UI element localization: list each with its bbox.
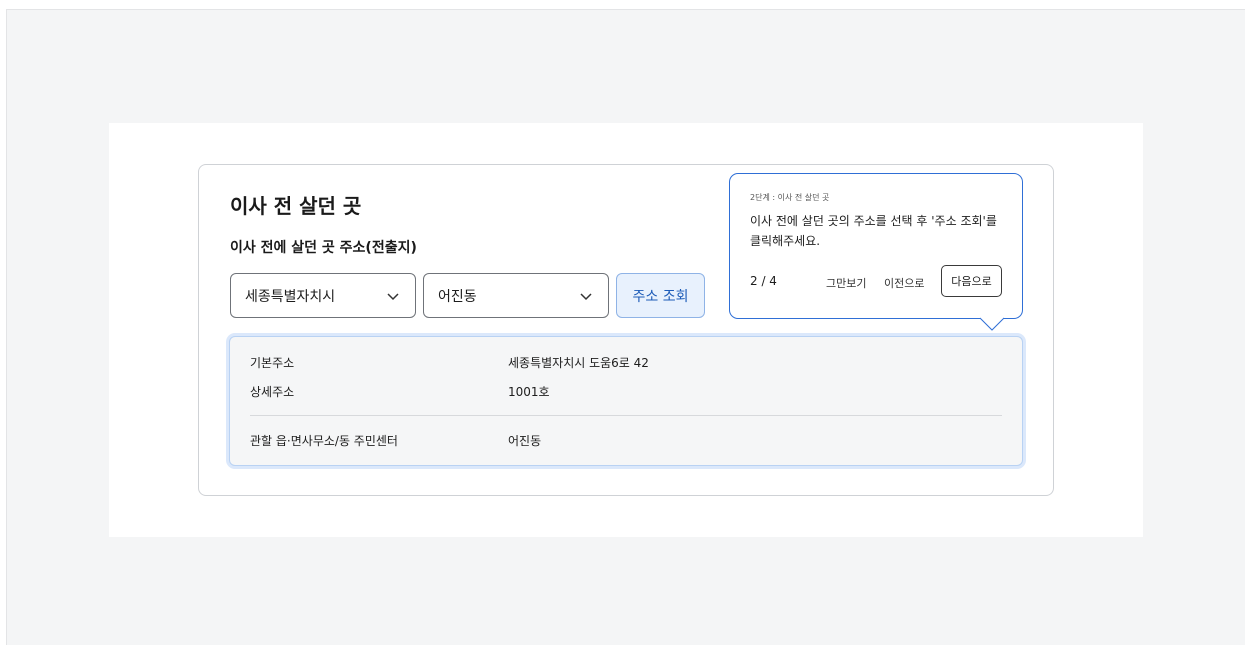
result-value: 어진동: [508, 434, 542, 448]
dong-select-value: 어진동: [438, 288, 477, 305]
tooltip-message: 이사 전에 살던 곳의 주소를 선택 후 '주소 조회'를 클릭해주세요.: [750, 214, 997, 248]
result-value: 세종특별자치시 도움6로 42: [508, 356, 649, 370]
tooltip-prev-button[interactable]: 이전으로: [884, 275, 924, 291]
chevron-down-icon: [578, 288, 594, 304]
tooltip-step-label: 2단계 : 이사 전 살던 곳: [750, 193, 830, 202]
address-lookup-button[interactable]: 주소 조회: [616, 273, 705, 318]
chevron-down-icon: [385, 288, 401, 304]
result-row-detail-address: 상세주소 1001호: [250, 383, 550, 400]
result-key: 상세주소: [250, 385, 295, 399]
tooltip-page-indicator: 2 / 4: [750, 274, 777, 288]
result-row-office: 관할 읍·면사무소/동 주민센터 어진동: [250, 432, 541, 449]
result-row-basic-address: 기본주소 세종특별자치시 도움6로 42: [250, 354, 649, 371]
result-divider: [250, 415, 1002, 416]
city-select[interactable]: 세종특별자치시: [230, 273, 416, 318]
section-title: 이사 전 살던 곳: [230, 194, 362, 218]
tooltip-next-button[interactable]: 다음으로: [941, 265, 1002, 297]
result-key: 관할 읍·면사무소/동 주민센터: [250, 434, 398, 448]
tooltip-stop-button[interactable]: 그만보기: [826, 275, 866, 291]
section-subtitle: 이사 전에 살던 곳 주소(전출지): [230, 240, 417, 256]
city-select-value: 세종특별자치시: [245, 288, 336, 305]
dong-select[interactable]: 어진동: [423, 273, 609, 318]
result-key: 기본주소: [250, 356, 295, 370]
tooltip-arrow-icon: [980, 317, 1004, 331]
result-value: 1001호: [508, 385, 550, 399]
